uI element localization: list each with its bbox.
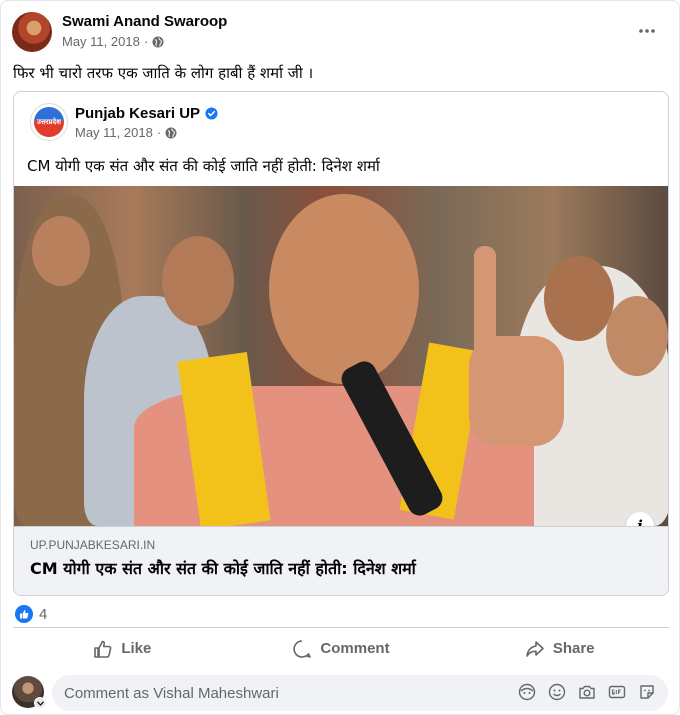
share-label: Share [552, 640, 595, 657]
globe-icon [165, 127, 177, 138]
comment-box[interactable] [52, 675, 668, 711]
more-options-icon [639, 29, 655, 33]
comment-composer [12, 675, 672, 711]
like-icon [94, 640, 112, 658]
comment-label: Comment [320, 640, 390, 657]
author-avatar[interactable] [12, 12, 52, 52]
page-name[interactable]: Punjab Kesari UP [75, 105, 200, 122]
comment-input[interactable] [64, 684, 504, 702]
more-options-button[interactable] [633, 17, 661, 45]
globe-icon [152, 36, 164, 47]
page-name-row: Punjab Kesari UP [75, 105, 218, 122]
like-label: Like [121, 640, 152, 657]
page-logo: उत्तरप्रदेश [34, 107, 64, 137]
comment-tools [518, 683, 656, 701]
sticker-icon[interactable] [638, 683, 656, 701]
link-domain: UP.PUNJABKESARI.IN [30, 538, 156, 552]
author-name[interactable]: Swami Anand Swaroop [62, 13, 227, 30]
background-face [606, 296, 668, 376]
post-date[interactable]: May 11, 2018 [62, 34, 140, 49]
raised-hand [469, 336, 564, 446]
background-face [544, 256, 614, 341]
background-face [32, 216, 90, 286]
share-button[interactable]: Share [450, 632, 669, 665]
post-text: फिर भी चारो तरफ एक जाति के लोग हाबी हैं … [13, 64, 314, 82]
camera-icon[interactable] [578, 683, 596, 701]
shared-text: CM योगी एक संत और संत की कोई जाति नहीं ह… [27, 157, 380, 175]
comment-icon [293, 639, 312, 658]
shared-date[interactable]: May 11, 2018 [75, 125, 153, 140]
link-preview-image[interactable] [14, 186, 668, 526]
link-preview-footer[interactable]: UP.PUNJABKESARI.IN CM योगी एक संत और संत… [14, 526, 668, 595]
speaker-face [269, 194, 419, 384]
meta-separator: · [143, 34, 149, 49]
shared-post-card[interactable]: उत्तरप्रदेश Punjab Kesari UP May 11, 201… [13, 91, 669, 596]
share-icon [526, 640, 544, 657]
reaction-count: 4 [39, 605, 48, 623]
verified-badge-icon [205, 107, 218, 120]
post-meta: May 11, 2018 · [62, 34, 164, 49]
action-bar: Like Comment Share [13, 627, 669, 665]
page-avatar[interactable]: उत्तरप्रदेश [30, 103, 68, 141]
avatar-sticker-icon[interactable] [518, 683, 536, 701]
chevron-down-icon[interactable] [34, 697, 46, 709]
like-button[interactable]: Like [13, 632, 232, 665]
shared-meta: May 11, 2018 · [75, 125, 177, 140]
emoji-icon[interactable] [548, 683, 566, 701]
comment-button[interactable]: Comment [232, 632, 451, 665]
gif-icon[interactable] [608, 683, 626, 701]
shared-meta-separator: · [156, 125, 162, 140]
like-reaction-icon [15, 605, 33, 623]
reactions-summary[interactable]: 4 [15, 605, 47, 623]
link-title[interactable]: CM योगी एक संत और संत की कोई जाति नहीं ह… [30, 557, 416, 579]
background-face [162, 236, 234, 326]
post-card: Swami Anand Swaroop May 11, 2018 · फिर भ… [0, 0, 680, 715]
